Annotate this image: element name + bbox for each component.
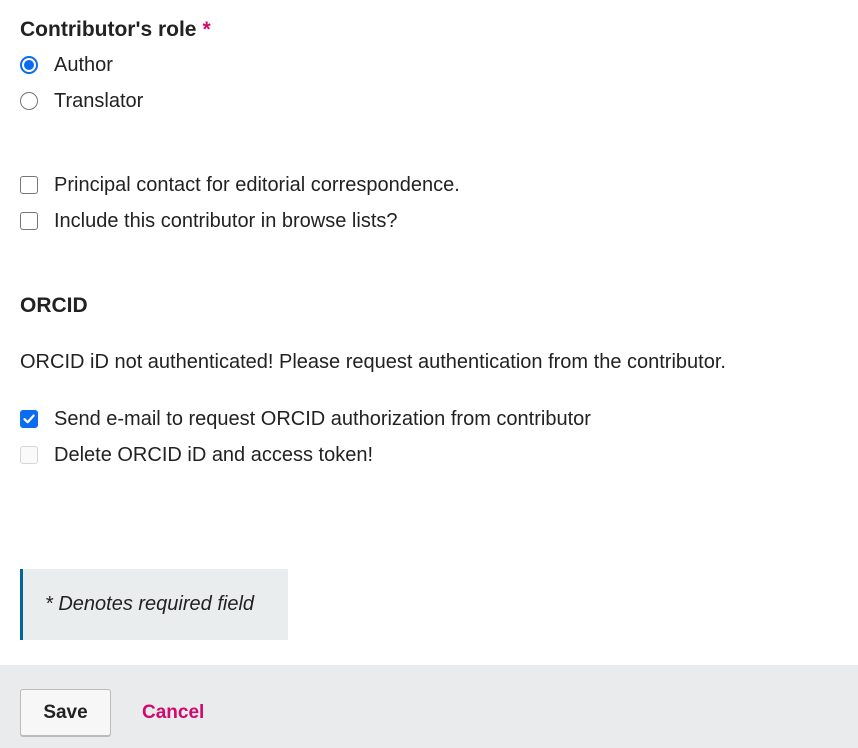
orcid-status-text: ORCID iD not authenticated! Please reque… — [20, 351, 726, 373]
orcid-delete-label: Delete ORCID iD and access token! — [54, 444, 374, 466]
author-radio[interactable] — [20, 56, 38, 74]
contributor-role-title: Contributor's role — [20, 18, 197, 41]
browse-lists-checkbox[interactable] — [20, 212, 38, 230]
form-footer: Save Cancel — [0, 665, 858, 748]
role-option-author[interactable]: Author — [20, 53, 113, 77]
orcid-request-option[interactable]: Send e-mail to request ORCID authorizati… — [20, 407, 591, 431]
browse-lists-option[interactable]: Include this contributor in browse lists… — [20, 209, 398, 233]
orcid-delete-option: Delete ORCID iD and access token! — [20, 443, 373, 467]
required-marker: * — [202, 18, 211, 41]
principal-contact-label[interactable]: Principal contact for editorial correspo… — [54, 175, 460, 195]
translator-radio-label[interactable]: Translator — [54, 91, 143, 111]
checkmark-icon — [23, 414, 35, 424]
contributor-role-heading: Contributor's role * — [20, 19, 211, 40]
cancel-link[interactable]: Cancel — [142, 703, 204, 722]
role-option-translator[interactable]: Translator — [20, 89, 143, 113]
required-field-notice-text: * Denotes required field — [45, 593, 255, 615]
principal-contact-checkbox[interactable] — [20, 176, 38, 194]
translator-radio[interactable] — [20, 92, 38, 110]
orcid-request-label[interactable]: Send e-mail to request ORCID authorizati… — [54, 409, 591, 429]
browse-lists-label[interactable]: Include this contributor in browse lists… — [54, 211, 398, 231]
author-radio-label[interactable]: Author — [54, 55, 113, 75]
orcid-request-checkbox[interactable] — [20, 410, 38, 428]
save-button[interactable]: Save — [20, 689, 111, 736]
required-field-notice: * Denotes required field — [20, 569, 288, 640]
orcid-heading: ORCID — [20, 294, 88, 317]
orcid-delete-checkbox — [20, 446, 38, 464]
principal-contact-option[interactable]: Principal contact for editorial correspo… — [20, 173, 460, 197]
